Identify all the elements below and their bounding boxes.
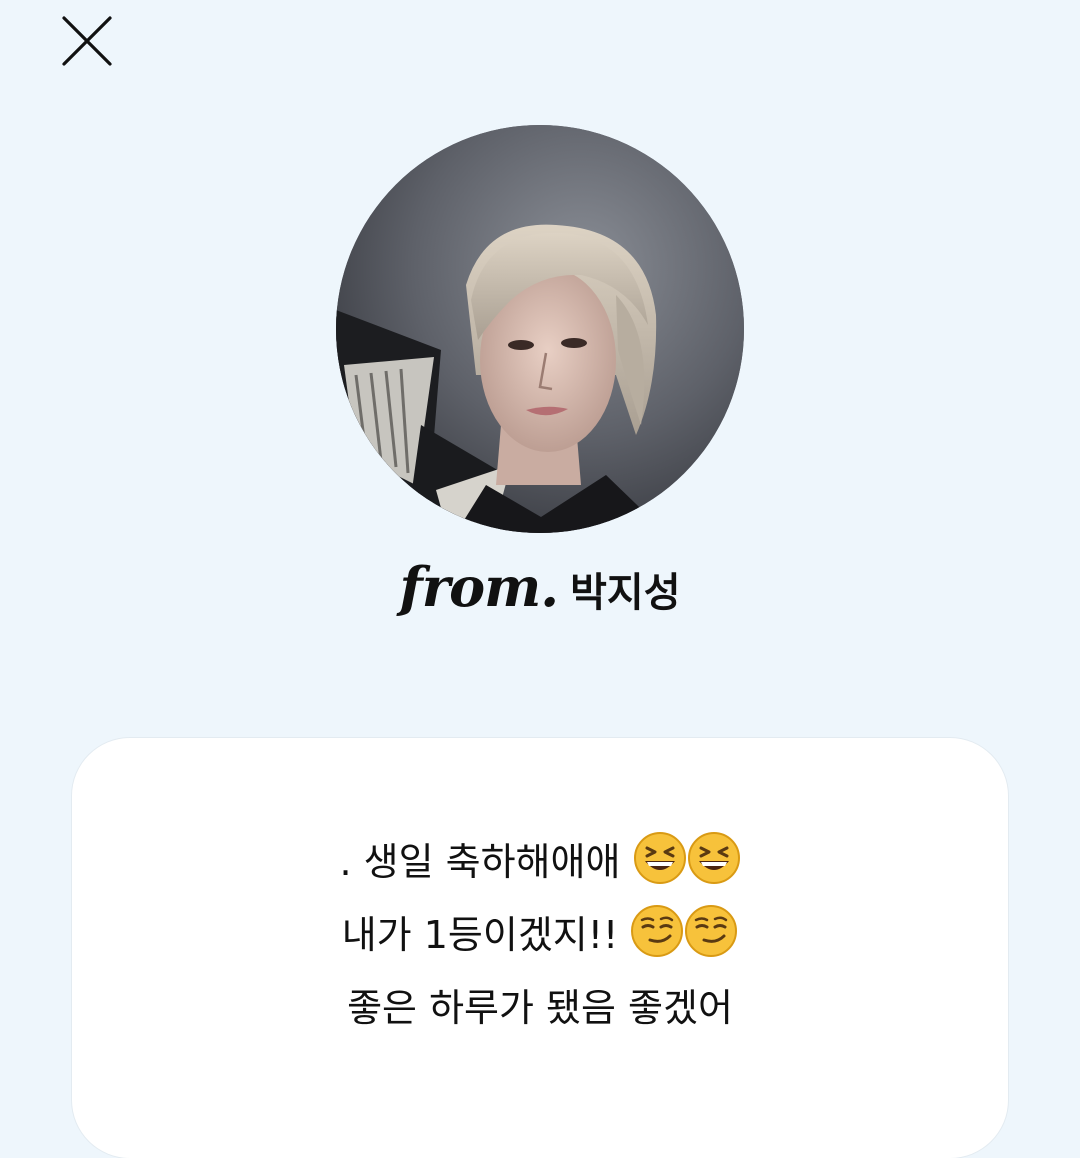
close-icon	[62, 16, 112, 66]
sender-name: 박지성	[570, 570, 681, 616]
message-text: . 생일 축하해애애	[339, 840, 633, 884]
avatar	[336, 125, 744, 533]
sender-line: from. 박지성	[0, 555, 1080, 619]
grinning-squinting-face-icon	[633, 831, 687, 885]
close-button[interactable]	[56, 12, 118, 74]
profile-photo	[336, 125, 744, 533]
smirking-face-icon	[684, 904, 738, 958]
message-body: . 생일 축하해애애 내가 1등이겠지!! 좋은 하루가 됐음 좋겠어	[72, 826, 1008, 1045]
from-label: from.	[399, 555, 559, 619]
smirking-face-icon	[630, 904, 684, 958]
message-line: 좋은 하루가 됐음 좋겠어	[72, 972, 1008, 1045]
grinning-squinting-face-icon	[687, 831, 741, 885]
message-card: . 생일 축하해애애 내가 1등이겠지!! 좋은 하루가 됐음 좋겠어	[72, 738, 1008, 1158]
message-text: 좋은 하루가 됐음 좋겠어	[347, 986, 733, 1030]
message-line: 내가 1등이겠지!!	[72, 899, 1008, 972]
message-text: 내가 1등이겠지!!	[341, 913, 631, 957]
message-line: . 생일 축하해애애	[72, 826, 1008, 899]
